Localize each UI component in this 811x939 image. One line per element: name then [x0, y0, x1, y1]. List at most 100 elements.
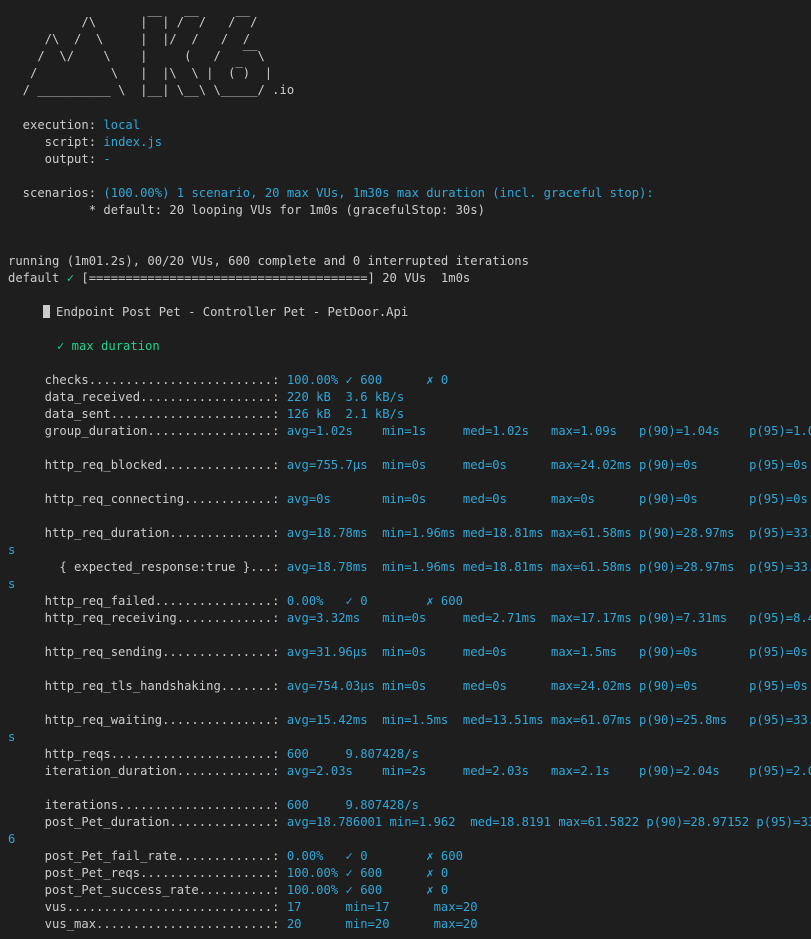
metric-label: post_Pet_duration..............: [8, 815, 287, 829]
metric-value: s [8, 577, 16, 591]
metric-row: http_req_blocked...............: avg=755… [8, 457, 808, 474]
metric-value: 17 min=17 max=20 [286, 900, 478, 914]
metric-value: 600 9.807428/s [286, 798, 419, 812]
config-execution: execution: local [8, 117, 140, 134]
metric-row: data_received..................: 220 kB … [8, 389, 405, 406]
metric-row: iterations.....................: 600 9.8… [8, 797, 419, 814]
metric-label: http_req_blocked...............: [8, 458, 287, 472]
metric-label: vus_max........................: [8, 917, 287, 931]
config-value: local [103, 118, 141, 132]
config-value: - [103, 152, 111, 166]
metric-row: http_req_tls_handshaking.......: avg=754… [8, 678, 808, 695]
k6-logo-line: / __________ \ |__| \__\ \_____/ .io [8, 83, 295, 97]
metric-row: vus............................: 17 min=… [8, 899, 478, 916]
metric-label: post_Pet_reqs..................: [8, 866, 287, 880]
metric-label: group_duration.................: [8, 424, 287, 438]
metric-label: http_reqs......................: [8, 747, 287, 761]
metric-value: 20 min=20 max=20 [286, 917, 478, 931]
metric-label: http_req_tls_handshaking.......: [8, 679, 287, 693]
metric-row: http_req_sending...............: avg=31.… [8, 644, 808, 661]
metric-row: post_Pet_fail_rate.............: 0.00% ✓… [8, 848, 463, 865]
metric-value: 0.00% ✓ 0 ✗ 600 [286, 594, 463, 608]
group-title: Endpoint Post Pet - Controller Pet - Pet… [56, 305, 409, 319]
metric-row: { expected_response:true }...: avg=18.78… [8, 559, 811, 576]
metric-value: avg=15.42ms min=1.5ms med=13.51ms max=61… [286, 713, 811, 727]
k6-logo-line: / \ | |\ \ | (‾) | [8, 66, 273, 80]
metric-value: 126 kB 2.1 kB/s [286, 407, 405, 421]
config-key: scenarios: [8, 186, 104, 200]
metric-row: iteration_duration.............: avg=2.0… [8, 763, 811, 780]
metric-label: http_req_connecting............: [8, 492, 287, 506]
config-value: index.js [103, 135, 163, 149]
metric-value: avg=18.786001 min=1.962 med=18.8191 max=… [286, 815, 811, 829]
metric-label: data_sent......................: [8, 407, 287, 421]
metric-row: http_req_failed................: 0.00% ✓… [8, 593, 463, 610]
metric-row: vus_max........................: 20 min=… [8, 916, 478, 933]
metric-row: data_sent......................: 126 kB … [8, 406, 405, 423]
progress-bar: [======================================]… [74, 271, 471, 285]
metric-value: 600 9.807428/s [286, 747, 419, 761]
metric-value: avg=754.03µs min=0s med=0s max=24.02ms p… [286, 679, 808, 693]
scenarios-value: (100.00%) 1 scenario, 20 max VUs, 1m30s … [103, 186, 654, 200]
config-output: output: - [8, 151, 111, 168]
metric-value: 0.00% ✓ 0 ✗ 600 [286, 849, 463, 863]
metric-value: 100.00% ✓ 600 ✗ 0 [286, 883, 449, 897]
metric-row: http_req_connecting............: avg=0s … [8, 491, 808, 508]
metric-value: avg=18.78ms min=1.96ms med=18.81ms max=6… [286, 526, 811, 540]
metric-value: s [8, 730, 16, 744]
metric-row: http_req_waiting...............: avg=15.… [8, 712, 811, 729]
group-check: ✓ max duration [57, 339, 160, 353]
metric-label: http_req_sending...............: [8, 645, 287, 659]
metric-value: 220 kB 3.6 kB/s [286, 390, 405, 404]
metric-row: http_reqs......................: 600 9.8… [8, 746, 419, 763]
metric-row: post_Pet_duration..............: avg=18.… [8, 814, 811, 831]
scenarios-line: scenarios: (100.00%) 1 scenario, 20 max … [8, 185, 654, 202]
metric-value: avg=18.78ms min=1.96ms med=18.81ms max=6… [286, 560, 811, 574]
config-script: script: index.js [8, 134, 162, 151]
k6-logo-line: /\ |‾‾| /‾‾/ /‾‾/ [8, 15, 258, 29]
metric-value: avg=1.02s min=1s med=1.02s max=1.09s p(9… [286, 424, 811, 438]
scenario-name: default [8, 271, 67, 285]
metric-row: s [8, 729, 15, 746]
scenario-detail: * default: 20 looping VUs for 1m0s (grac… [8, 203, 485, 217]
metric-row: s [8, 576, 15, 593]
metric-label: vus............................: [8, 900, 287, 914]
config-key: execution: [8, 118, 104, 132]
metric-row: post_Pet_reqs..................: 100.00%… [8, 865, 449, 882]
metric-row: s [8, 542, 15, 559]
metric-label: checks.........................: [8, 373, 287, 387]
metric-value: avg=31.96µs min=0s med=0s max=1.5ms p(90… [286, 645, 808, 659]
k6-logo-line: /\ / \ | |/ / / / [8, 32, 251, 46]
metric-label: { expected_response:true }...: [8, 560, 287, 574]
metric-label: iterations.....................: [8, 798, 287, 812]
metric-row: post_Pet_success_rate..........: 100.00%… [8, 882, 449, 899]
metric-label: iteration_duration.............: [8, 764, 287, 778]
metric-row: group_duration.................: avg=1.0… [8, 423, 811, 440]
metric-value: avg=2.03s min=2s med=2.03s max=2.1s p(90… [286, 764, 811, 778]
metric-label: data_received..................: [8, 390, 287, 404]
metric-row: http_req_receiving.............: avg=3.3… [8, 610, 811, 627]
metric-label: http_req_failed................: [8, 594, 287, 608]
terminal-output: /\ |‾‾| /‾‾/ /‾‾/ /\ / \ | |/ / / / / \/… [0, 0, 811, 939]
run-status: running (1m01.2s), 00/20 VUs, 600 comple… [8, 254, 529, 268]
metric-label: post_Pet_fail_rate.............: [8, 849, 287, 863]
group-block-icon [43, 305, 50, 318]
metric-value: s [8, 543, 16, 557]
config-key: output: [8, 152, 104, 166]
metric-row: http_req_duration..............: avg=18.… [8, 525, 811, 542]
metric-value: avg=0s min=0s med=0s max=0s p(90)=0s p(9… [286, 492, 808, 506]
group-header: Endpoint Post Pet - Controller Pet - Pet… [43, 304, 408, 321]
metric-label: post_Pet_success_rate..........: [8, 883, 287, 897]
metric-label: http_req_duration..............: [8, 526, 287, 540]
metric-label: http_req_waiting...............: [8, 713, 287, 727]
check-icon: ✓ [66, 271, 75, 285]
metric-value: avg=3.32ms min=0s med=2.71ms max=17.17ms… [286, 611, 811, 625]
metric-value: 100.00% ✓ 600 ✗ 0 [286, 373, 449, 387]
progress-line: default ✓ [=============================… [8, 270, 470, 287]
metric-row: checks.........................: 100.00%… [8, 372, 449, 389]
metric-row: 6 [8, 831, 15, 848]
metric-label: http_req_receiving.............: [8, 611, 287, 625]
k6-logo-line: / \/ \ | ( / ‾‾\ [8, 49, 265, 63]
metric-value: 100.00% ✓ 600 ✗ 0 [286, 866, 449, 880]
config-key: script: [8, 135, 104, 149]
